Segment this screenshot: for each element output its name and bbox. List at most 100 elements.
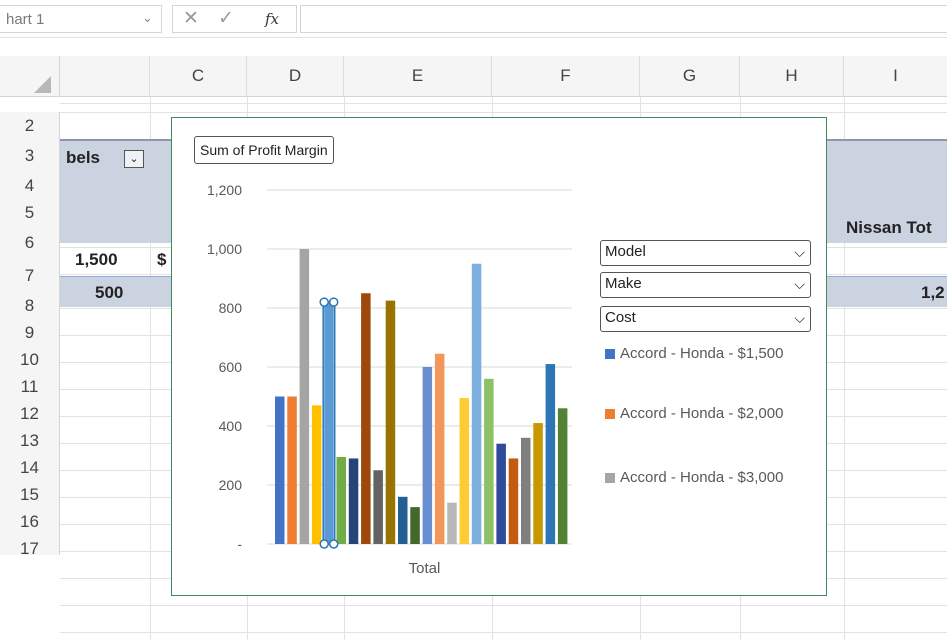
chevron-down-icon: ⌄ xyxy=(129,153,139,165)
bar xyxy=(398,496,408,544)
row-header-17[interactable]: 17 xyxy=(0,535,60,558)
bar xyxy=(275,396,285,544)
row-header-5[interactable]: 5 xyxy=(0,199,60,226)
row-header-6[interactable]: 6 xyxy=(0,226,60,259)
column-header-e[interactable]: E xyxy=(344,56,492,96)
bar xyxy=(508,458,519,544)
bar xyxy=(484,378,494,544)
legend-swatch xyxy=(605,409,615,419)
bar xyxy=(373,470,383,544)
insert-function-icon[interactable]: fx xyxy=(265,10,279,28)
select-all-corner[interactable] xyxy=(0,56,60,96)
cell-c6: $ xyxy=(157,250,167,269)
bar xyxy=(521,437,531,544)
cell-b7: 500 xyxy=(95,283,124,302)
select-all-icon xyxy=(34,76,51,93)
row-header-14[interactable]: 14 xyxy=(0,454,60,481)
row-header-8[interactable]: 8 xyxy=(0,292,60,319)
y-tick-label: 1,200 xyxy=(207,182,242,198)
legend-entry[interactable]: Accord - Honda - $1,500 xyxy=(605,344,795,386)
bar xyxy=(471,263,482,544)
row-header-15[interactable]: 15 xyxy=(0,481,60,508)
y-tick-label: 200 xyxy=(219,477,243,493)
y-tick-label: - xyxy=(237,536,242,552)
column-header-f[interactable]: F xyxy=(492,56,640,96)
bar xyxy=(496,443,506,544)
legend-label: Accord - Honda - $1,500 xyxy=(620,345,784,362)
legend-entry[interactable]: Accord - Honda - $2,000 xyxy=(605,404,795,446)
row-header-7[interactable]: 7 xyxy=(0,259,60,292)
formula-bar: hart 1 ⌄ ✕ ✓ fx xyxy=(0,0,947,38)
bar xyxy=(385,300,396,544)
cancel-icon[interactable]: ✕ xyxy=(183,7,199,30)
row-header-10[interactable]: 10 xyxy=(0,346,60,373)
x-category-label: Total xyxy=(409,560,441,577)
cell-b3: bels xyxy=(66,148,101,167)
cell-i5: Nissan Tot xyxy=(846,218,932,237)
y-tick-label: 600 xyxy=(219,359,243,375)
y-tick-label: 800 xyxy=(219,300,243,316)
bar xyxy=(434,353,445,544)
chevron-down-icon: ⌵ xyxy=(794,244,805,260)
row-header-3[interactable]: 3 xyxy=(0,139,60,172)
chevron-down-icon: ⌵ xyxy=(794,276,805,292)
name-box-text: hart 1 xyxy=(6,11,45,28)
name-box[interactable]: hart 1 ⌄ xyxy=(0,5,162,33)
bar xyxy=(459,397,469,544)
bar xyxy=(348,458,359,544)
grid-line xyxy=(60,112,947,113)
row-header-9[interactable]: 9 xyxy=(0,319,60,346)
enter-icon[interactable]: ✓ xyxy=(218,7,234,30)
value-field-button[interactable]: Sum of Profit Margin xyxy=(194,136,334,164)
selection-handle xyxy=(319,297,329,307)
row-header-12[interactable]: 12 xyxy=(0,400,60,427)
cost-filter-select[interactable]: Cost ⌵ xyxy=(600,306,811,332)
legend-entry[interactable]: Accord - Honda - $3,000 xyxy=(605,468,795,510)
bar xyxy=(447,502,457,544)
column-header-h[interactable]: H xyxy=(740,56,844,96)
column-header-c[interactable]: C xyxy=(150,56,247,96)
grid-line xyxy=(60,103,947,104)
column-header-b[interactable] xyxy=(60,56,150,96)
bar xyxy=(324,302,334,544)
filter-dropdown-button[interactable]: ⌄ xyxy=(124,150,144,168)
make-filter-label: Make xyxy=(605,275,642,292)
column-header-i[interactable]: I xyxy=(844,56,947,96)
legend-swatch xyxy=(605,473,615,483)
bar xyxy=(422,367,433,544)
legend-label: Accord - Honda - $3,000 xyxy=(620,469,784,486)
model-filter-select[interactable]: Model ⌵ xyxy=(600,240,811,266)
selection-handle xyxy=(319,539,329,549)
bar xyxy=(410,507,420,544)
make-filter-select[interactable]: Make ⌵ xyxy=(600,272,811,298)
column-header-row: C D E F G H I xyxy=(0,56,947,97)
bar xyxy=(299,249,310,544)
cell-b6: 1,500 xyxy=(75,250,118,269)
bar xyxy=(533,423,543,544)
cell-i7: 1,2 xyxy=(921,283,945,302)
column-header-g[interactable]: G xyxy=(640,56,740,96)
row-header-2[interactable]: 2 xyxy=(0,112,60,139)
row-header-11[interactable]: 11 xyxy=(0,373,60,400)
selection-handle xyxy=(328,539,339,549)
bar xyxy=(287,396,297,544)
chevron-down-icon: ⌵ xyxy=(794,310,805,326)
pivot-chart[interactable]: 1,200 1,000 800 600 400 200 - Total Sum of Prof… xyxy=(171,117,827,596)
grid-line xyxy=(60,632,947,633)
bar xyxy=(361,293,371,544)
chevron-down-icon[interactable]: ⌄ xyxy=(142,10,153,26)
formula-input[interactable] xyxy=(300,5,947,33)
grid-line xyxy=(60,605,947,606)
formula-buttons: ✕ ✓ fx xyxy=(172,5,297,33)
y-tick-label: 1,000 xyxy=(207,241,242,257)
column-header-d[interactable]: D xyxy=(247,56,344,96)
row-header-4[interactable]: 4 xyxy=(0,172,60,199)
selection-handle xyxy=(328,297,339,307)
row-header-16[interactable]: 16 xyxy=(0,508,60,535)
row-header-13[interactable]: 13 xyxy=(0,427,60,454)
bar xyxy=(557,408,568,544)
legend-label: Accord - Honda - $2,000 xyxy=(620,405,784,422)
bar xyxy=(311,405,322,544)
bar xyxy=(336,456,346,544)
y-tick-label: 400 xyxy=(219,418,243,434)
